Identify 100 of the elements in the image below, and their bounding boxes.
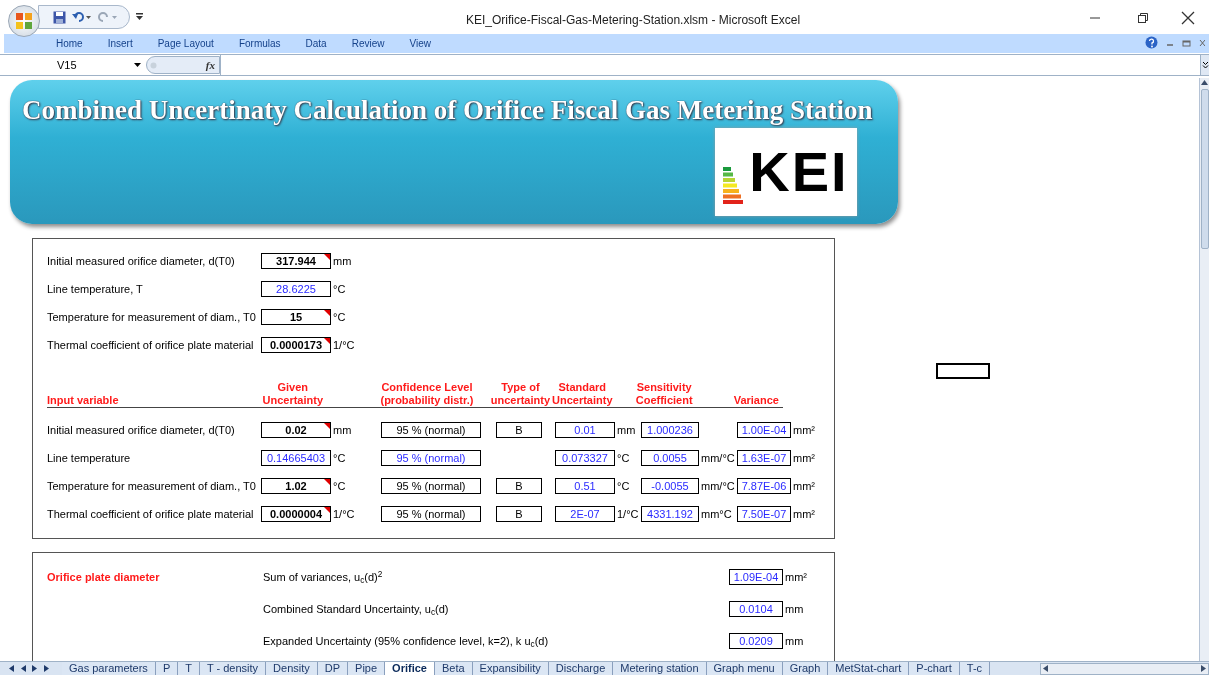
field-label: Line temperature, T (47, 281, 144, 297)
ribbon-tab[interactable]: Formulas (238, 36, 281, 51)
ribbon-tab[interactable]: Insert (107, 36, 133, 51)
banner-title: Combined Uncertinaty Calculation of Orifice Fiscal Gas Metering Station (22, 95, 873, 125)
value-cell: B (496, 422, 542, 438)
sheet-tab[interactable]: Orifice (385, 661, 435, 675)
value-cell: 0.14665403 (261, 450, 331, 466)
value-cell: 1.63E-07 (737, 450, 791, 466)
unit-label: °C (333, 479, 346, 492)
unit-label: °C (333, 451, 346, 464)
save-icon[interactable] (53, 10, 66, 24)
column-header: Variance (733, 394, 779, 407)
expand-formula-button[interactable] (1200, 55, 1209, 75)
value-cell: -0.0055 (641, 478, 699, 494)
unit-label: 1/°C (617, 507, 639, 520)
result-label: Sum of variances, u$_{c}$(d)$^{2}$ (263, 568, 384, 586)
restore-icon[interactable] (1137, 12, 1149, 24)
value-cell: 0.51 (555, 478, 615, 494)
expand-chevron-icon (1201, 61, 1209, 69)
dropdown-caret-icon (134, 63, 141, 67)
logo-text: KEI (749, 144, 849, 200)
unit-label: °C (617, 451, 630, 464)
value-cell: B (496, 506, 542, 522)
value-cell: 0.0000173 (261, 337, 331, 353)
value-cell: 0.073327 (555, 450, 615, 466)
comment-marker-icon (324, 479, 330, 485)
scroll-up-icon[interactable] (1201, 80, 1208, 85)
unit-label: °C (333, 310, 346, 323)
unit-label: mm (785, 634, 804, 647)
value-cell: 95 % (normal) (381, 478, 481, 494)
horizontal-scrollbar[interactable] (1040, 662, 1209, 675)
value-cell: 95 % (normal) (381, 506, 481, 522)
ribbon-tab[interactable]: View (409, 36, 431, 51)
value-cell: 15 (261, 309, 331, 325)
office-button[interactable] (8, 5, 40, 37)
value-cell: 7.87E-06 (737, 478, 791, 494)
field-label: Initial measured orifice diameter, d(T0) (47, 253, 236, 269)
undo-icon[interactable] (72, 11, 92, 23)
close-icon[interactable] (1181, 11, 1195, 25)
column-header: Sensitivity Coefficient (635, 381, 693, 407)
energy-rating-icon (723, 166, 746, 206)
unit-label: mm°C (701, 507, 732, 520)
ribbon-tab[interactable]: Review (351, 36, 385, 51)
row-label: Initial measured orifice diameter, d(T0) (47, 422, 236, 438)
unit-label: mm (333, 254, 352, 267)
active-cell-cursor[interactable] (936, 363, 990, 379)
row-label: Line temperature (47, 450, 132, 466)
circle-icon (150, 61, 157, 69)
comment-marker-icon (324, 254, 330, 260)
unit-label: mm² (785, 570, 807, 583)
ribbon-tab[interactable]: Data (305, 36, 327, 51)
unit-label: mm² (793, 479, 815, 492)
unit-label: mm (785, 602, 804, 615)
value-cell: 95 % (normal) (381, 422, 481, 438)
help-icon[interactable] (1145, 36, 1158, 49)
unit-label: mm² (793, 507, 815, 520)
value-cell: B (496, 478, 542, 494)
comment-marker-icon (324, 507, 330, 513)
ribbon-tab[interactable]: Home (56, 36, 83, 51)
unit-label: mm (333, 423, 352, 436)
value-cell: 0.0104 (729, 601, 783, 617)
name-box[interactable]: V15 (0, 55, 146, 75)
value-cell: 95 % (normal) (381, 450, 481, 466)
window-title: KEI_Orifice-Fiscal-Gas-Metering-Station.xlsm - Microsoft Excel (466, 12, 801, 29)
vertical-scrollbar[interactable] (1199, 78, 1209, 661)
unit-label: mm/°C (701, 451, 735, 464)
value-cell: 1.00E-04 (737, 422, 791, 438)
value-cell: 4331.192 (641, 506, 699, 522)
unit-label: mm² (793, 451, 815, 464)
office-logo-icon (15, 12, 33, 30)
value-cell: 28.6225 (261, 281, 331, 297)
unit-label: 1/°C (333, 507, 355, 520)
value-cell: 0.01 (555, 422, 615, 438)
unit-label: °C (617, 479, 630, 492)
value-cell: 2E-07 (555, 506, 615, 522)
value-cell: 0.02 (261, 422, 331, 438)
value-cell: 1.09E-04 (729, 569, 783, 585)
row-label: Thermal coefficient of orifice plate material (47, 506, 255, 522)
value-cell: 0.0000004 (261, 506, 331, 522)
unit-label: °C (333, 282, 346, 295)
unit-label: 1/°C (333, 338, 355, 351)
column-header: Given Uncertainty (262, 381, 324, 407)
value-cell: 0.0055 (641, 450, 699, 466)
value-cell: 317.944 (261, 253, 331, 269)
result-label: Expanded Uncertainty (95% confidence level, k=2), k u$_{c}$(d) (263, 633, 550, 650)
scroll-thumb[interactable] (1200, 89, 1209, 249)
field-label: Thermal coefficient of orifice plate material (47, 337, 255, 353)
ribbon-tab[interactable]: Page Layout (157, 36, 214, 51)
scroll-right-icon[interactable] (1201, 665, 1206, 672)
unit-label: mm/°C (701, 479, 735, 492)
comment-marker-icon (324, 338, 330, 344)
result-label: Combined Standard Uncertainty, u$_{c}$(d) (263, 601, 450, 618)
customize-toolbar-icon[interactable] (136, 13, 143, 21)
column-header: Input variable (47, 394, 119, 407)
scroll-left-icon[interactable] (1043, 665, 1048, 672)
field-label: Temperature for measurement of diam., T0 (47, 309, 257, 325)
comment-marker-icon (324, 310, 330, 316)
value-cell: 1.02 (261, 478, 331, 494)
insert-function-button[interactable]: fx (205, 56, 215, 74)
value-cell: 0.0209 (729, 633, 783, 649)
